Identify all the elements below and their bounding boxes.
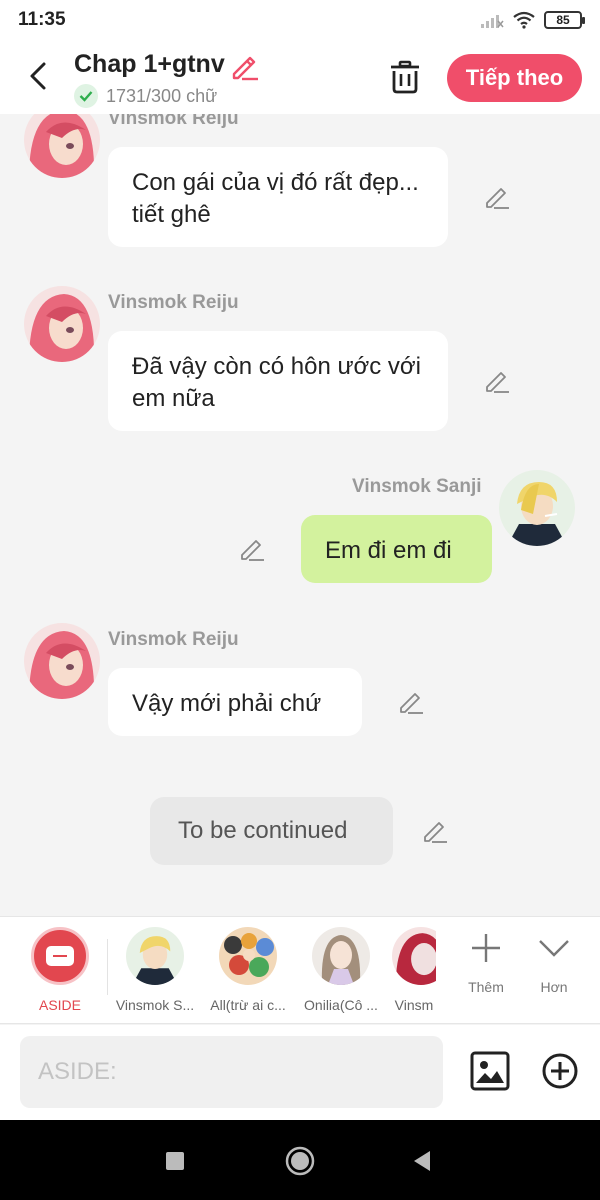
word-count-text: 1731/300 chữ	[106, 85, 218, 106]
recents-button[interactable]	[158, 1144, 192, 1178]
reiju-avatar[interactable]	[24, 623, 100, 699]
character-label: Onilia(Cô ...	[304, 997, 378, 1013]
header: Chap 1+gtnv 1731/300 chữ Tiếp theo	[0, 40, 600, 114]
insert-image-button[interactable]	[470, 1051, 510, 1091]
more-label: Hơn	[540, 979, 568, 995]
message-bubble[interactable]: Vậy mới phải chứ	[108, 668, 362, 736]
delete-button[interactable]	[386, 58, 424, 96]
chevron-down-icon	[539, 940, 569, 957]
add-character-button[interactable]: Thêm	[462, 931, 510, 995]
character-onilia[interactable]: Onilia(Cô ...	[299, 927, 383, 1013]
plus-circle-icon	[542, 1053, 578, 1089]
signal-icon	[481, 15, 504, 28]
edit-message-icon[interactable]	[421, 817, 449, 845]
character-sanji[interactable]: Vinsmok S...	[113, 927, 197, 1013]
status-time: 11:35	[18, 9, 66, 30]
message-sender: Vinsmok Reiju	[108, 629, 239, 650]
message-bubble[interactable]: Đã vậy còn có hôn ước với em nữa	[108, 331, 448, 431]
more-button[interactable]: Hơn	[530, 931, 578, 995]
aside-bubble[interactable]: To be continued	[150, 797, 393, 865]
character-label: ASIDE	[38, 997, 81, 1013]
square-icon	[166, 1152, 184, 1170]
aside-icon	[31, 927, 89, 985]
message-sender: Vinsmok Sanji	[352, 476, 482, 497]
check-icon	[74, 84, 98, 108]
input-area	[0, 1025, 600, 1120]
message-sender: Vinsmok Reiju	[108, 114, 239, 129]
wifi-icon	[513, 11, 535, 29]
next-button[interactable]: Tiếp theo	[447, 54, 582, 102]
home-button[interactable]	[283, 1144, 317, 1178]
group-avatar	[219, 927, 277, 985]
reiju-avatar[interactable]	[24, 114, 100, 178]
page-title: Chap 1+gtnv	[74, 50, 225, 78]
sanji-avatar[interactable]	[499, 470, 575, 546]
divider	[107, 939, 108, 995]
character-label: All(trừ ai c...	[210, 997, 286, 1013]
character-bar: ASIDE Vinsmok S... All(trừ ai c... Onili…	[0, 916, 600, 1024]
navigation-bar	[0, 1120, 600, 1200]
word-count: 1731/300 chữ	[74, 84, 217, 108]
triangle-back-icon	[414, 1151, 430, 1171]
message-input[interactable]	[20, 1036, 443, 1108]
back-button[interactable]	[18, 56, 58, 96]
character-label: Vinsmok S...	[115, 997, 195, 1013]
plus-icon	[472, 934, 500, 962]
reiju-avatar	[392, 927, 436, 985]
message-bubble[interactable]: Con gái của vị đó rất đẹp... tiết ghê	[108, 147, 448, 247]
circle-icon	[285, 1146, 315, 1176]
trash-icon	[391, 60, 419, 94]
back-arrow-icon	[30, 62, 46, 90]
character-reiju[interactable]: Vinsm	[392, 927, 436, 1013]
status-bar: 11:35 85	[0, 0, 600, 40]
status-icons: 85	[480, 11, 585, 29]
message-sender: Vinsmok Reiju	[108, 292, 239, 313]
character-all[interactable]: All(trừ ai c...	[206, 927, 290, 1013]
character-aside[interactable]: ASIDE	[31, 927, 89, 1013]
chat-area[interactable]: Vinsmok Reiju Con gái của vị đó rất đẹp.…	[0, 114, 600, 916]
battery-icon: 85	[544, 11, 585, 29]
edit-message-icon[interactable]	[483, 367, 511, 395]
reiju-avatar[interactable]	[24, 286, 100, 362]
add-button[interactable]	[540, 1051, 580, 1091]
onilia-avatar	[312, 927, 370, 985]
edit-message-icon[interactable]	[483, 183, 511, 211]
edit-message-icon[interactable]	[238, 535, 266, 563]
add-label: Thêm	[468, 979, 504, 995]
sanji-avatar	[126, 927, 184, 985]
edit-message-icon[interactable]	[397, 688, 425, 716]
image-icon	[470, 1051, 510, 1091]
edit-title-button[interactable]	[228, 50, 260, 82]
message-bubble[interactable]: Em đi em đi	[301, 515, 492, 583]
character-label: Vinsm	[394, 997, 434, 1013]
pencil-icon	[232, 56, 258, 81]
back-nav-button[interactable]	[405, 1144, 439, 1178]
